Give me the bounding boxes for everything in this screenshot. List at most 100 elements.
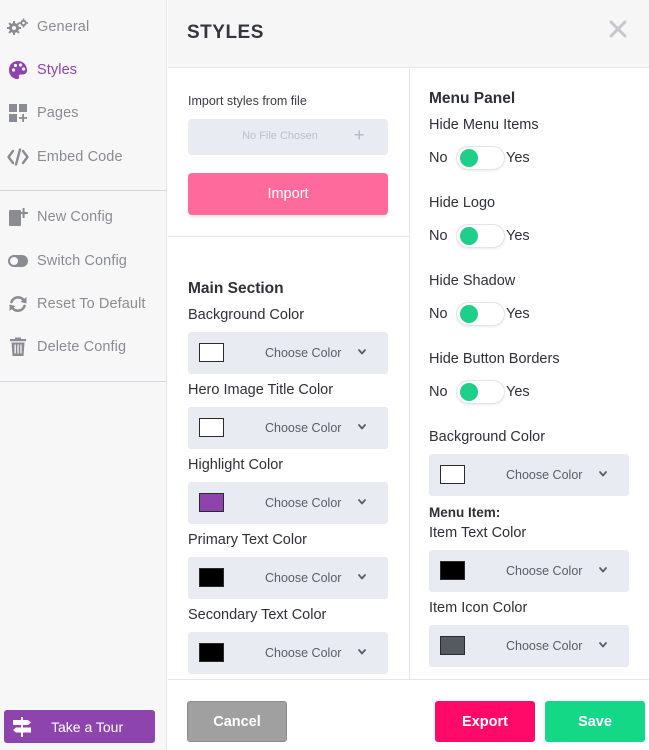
field-label: Background Color (429, 429, 546, 445)
sidebar-item-delete-config[interactable]: Delete Config (0, 332, 166, 362)
sidebar-item-label: Embed Code (37, 149, 123, 165)
add-pages-icon (7, 103, 29, 123)
hide-shadow-toggle[interactable] (456, 302, 505, 326)
hide-menu-items-toggle-row: No Yes (429, 145, 629, 171)
toggle-label: Hide Shadow (429, 273, 516, 289)
sidebar-item-label: Pages (37, 105, 79, 121)
new-config-icon (7, 207, 29, 227)
color-swatch (440, 561, 465, 580)
sidebar-item-pages[interactable]: Pages (0, 98, 166, 128)
toggle-yes-label: Yes (506, 306, 530, 322)
signpost-icon (12, 717, 32, 737)
item-icon-color-picker[interactable]: Choose Color (429, 625, 629, 667)
hide-menu-items-toggle[interactable] (456, 146, 505, 170)
code-icon (7, 147, 29, 167)
hide-logo-toggle[interactable] (456, 224, 505, 248)
field-label: Item Icon Color (429, 600, 528, 616)
toggle-no-label: No (429, 384, 448, 400)
sidebar-item-label: Reset To Default (37, 296, 146, 312)
hide-button-borders-toggle-row: No Yes (429, 379, 629, 405)
chevron-down-icon (599, 642, 607, 648)
field-label: Background Color (188, 307, 305, 323)
toggle-knob (460, 227, 478, 245)
item-text-color-picker[interactable]: Choose Color (429, 550, 629, 592)
import-button[interactable]: Import (188, 173, 388, 215)
toggle-yes-label: Yes (506, 150, 530, 166)
toggle-no-label: No (429, 306, 448, 322)
menu-item-subtitle: Menu Item: (429, 505, 501, 520)
color-swatch (199, 643, 224, 662)
primary-text-color-picker[interactable]: Choose Color (188, 557, 388, 599)
toggle-no-label: No (429, 150, 448, 166)
panel-footer: Cancel Export Save (168, 679, 649, 750)
sidebar: General Styles Pages Embed Code New Conf… (0, 0, 167, 750)
sidebar-item-embed-code[interactable]: Embed Code (0, 142, 166, 172)
toggle-switch-icon (7, 251, 29, 271)
palette-icon (7, 60, 29, 80)
sidebar-item-switch-config[interactable]: Switch Config (0, 246, 166, 276)
color-picker-label: Choose Color (265, 571, 342, 585)
page-title: STYLES (187, 22, 264, 43)
sidebar-item-label: New Config (37, 209, 113, 225)
main-section-title: Main Section (188, 280, 284, 297)
chevron-down-icon (599, 567, 607, 573)
trash-icon (7, 337, 29, 357)
gears-icon (7, 17, 29, 37)
hide-logo-toggle-row: No Yes (429, 223, 629, 249)
sidebar-item-styles[interactable]: Styles (0, 55, 166, 85)
cancel-button[interactable]: Cancel (187, 701, 287, 742)
import-label: Import styles from file (188, 94, 307, 108)
toggle-no-label: No (429, 228, 448, 244)
sidebar-item-label: General (37, 19, 90, 35)
sidebar-item-label: Delete Config (37, 339, 127, 355)
toggle-label: Hide Button Borders (429, 351, 560, 367)
color-swatch (440, 465, 465, 484)
secondary-text-color-picker[interactable]: Choose Color (188, 632, 388, 674)
background-color-picker[interactable]: Choose Color (188, 332, 388, 374)
chevron-down-icon (358, 424, 366, 430)
toggle-label: Hide Logo (429, 195, 496, 211)
sidebar-divider (0, 190, 166, 191)
export-button[interactable]: Export (435, 701, 535, 742)
sidebar-item-reset-to-default[interactable]: Reset To Default (0, 289, 166, 319)
toggle-yes-label: Yes (506, 228, 530, 244)
toggle-knob (460, 149, 478, 167)
field-label: Highlight Color (188, 457, 284, 473)
panel-header: STYLES (168, 0, 649, 68)
close-icon[interactable] (607, 18, 629, 40)
chevron-down-icon (358, 649, 366, 655)
file-input[interactable]: No File Chosen + (188, 119, 388, 155)
toggle-knob (460, 383, 478, 401)
hero-image-title-color-picker[interactable]: Choose Color (188, 407, 388, 449)
sidebar-item-new-config[interactable]: New Config (0, 202, 166, 232)
sidebar-divider (0, 381, 166, 382)
color-swatch (199, 568, 224, 587)
sidebar-item-label: Styles (37, 62, 78, 78)
sidebar-item-general[interactable]: General (0, 12, 166, 42)
field-label: Item Text Color (429, 525, 527, 541)
hide-button-borders-toggle[interactable] (456, 380, 505, 404)
highlight-color-picker[interactable]: Choose Color (188, 482, 388, 524)
sidebar-item-label: Switch Config (37, 253, 127, 269)
toggle-label: Hide Menu Items (429, 117, 539, 133)
section-divider (168, 236, 409, 237)
field-label: Primary Text Color (188, 532, 307, 548)
color-picker-label: Choose Color (265, 646, 342, 660)
column-divider (409, 69, 410, 679)
color-picker-label: Choose Color (265, 421, 342, 435)
styles-panel: STYLES Import styles from file No File C… (168, 0, 649, 750)
take-a-tour-label: Take a Tour (51, 718, 124, 735)
color-swatch (440, 636, 465, 655)
take-a-tour-button[interactable]: Take a Tour (4, 710, 155, 743)
color-picker-label: Choose Color (506, 468, 583, 482)
chevron-down-icon (358, 574, 366, 580)
chevron-down-icon (358, 349, 366, 355)
color-picker-label: Choose Color (506, 564, 583, 578)
toggle-yes-label: Yes (506, 384, 530, 400)
menu-background-color-picker[interactable]: Choose Color (429, 454, 629, 496)
plus-icon: + (354, 125, 365, 145)
save-button[interactable]: Save (545, 701, 645, 742)
color-swatch (199, 418, 224, 437)
color-picker-label: Choose Color (265, 346, 342, 360)
chevron-down-icon (358, 499, 366, 505)
